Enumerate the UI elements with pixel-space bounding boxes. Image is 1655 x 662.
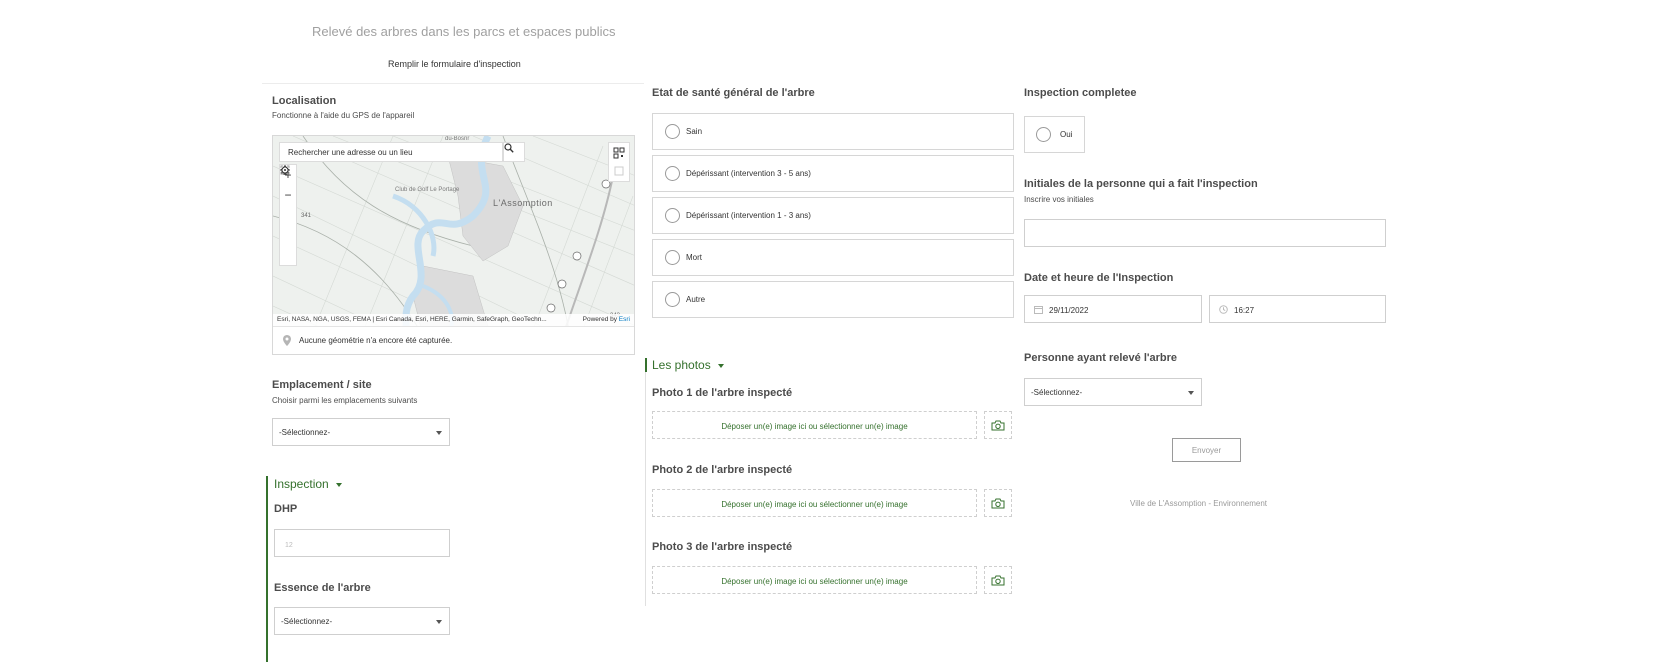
- dhp-input[interactable]: 12: [274, 529, 450, 557]
- photos-group-bar: [645, 358, 647, 372]
- radio-option-deperissant-1-3[interactable]: Dépérissant (intervention 1 - 3 ans): [652, 197, 1014, 234]
- photo-2-dropzone[interactable]: Déposer un(e) image ici ou sélectionner …: [652, 489, 977, 517]
- map-route-341: 341: [301, 213, 312, 219]
- personne-select-value: -Sélectionnez-: [1031, 388, 1083, 397]
- inspection-completee-label: Inspection completee: [1024, 87, 1137, 99]
- chevron-down-icon: [436, 620, 442, 624]
- fullscreen-icon[interactable]: [280, 165, 296, 265]
- camera-icon[interactable]: [984, 566, 1012, 594]
- geometry-status-text: Aucune géométrie n'a encore été capturée…: [299, 336, 453, 345]
- attribution-text: Esri, NASA, NGA, USGS, FEMA | Esri Canad…: [277, 316, 547, 323]
- emplacement-label: Emplacement / site: [272, 379, 372, 391]
- footer-text: Ville de L'Assomption - Environnement: [1130, 499, 1268, 508]
- localisation-label: Localisation: [272, 95, 337, 107]
- esri-link[interactable]: Esri: [619, 316, 630, 323]
- radio-button[interactable]: [1036, 127, 1051, 142]
- zoom-out-icon[interactable]: −: [280, 185, 296, 205]
- date-input[interactable]: 29/11/2022: [1024, 295, 1202, 323]
- personne-select[interactable]: -Sélectionnez-: [1024, 378, 1202, 406]
- essence-select-value: -Sélectionnez-: [281, 617, 333, 626]
- inspection-group-title: Inspection: [274, 477, 329, 491]
- time-value: 16:27: [1234, 306, 1255, 315]
- clock-icon: [1219, 305, 1228, 316]
- search-icon[interactable]: [503, 142, 525, 162]
- personne-label: Personne ayant relevé l'arbre: [1024, 352, 1178, 364]
- initiales-input[interactable]: [1024, 219, 1386, 247]
- initiales-hint: Inscrire vos initiales: [1024, 195, 1094, 204]
- photos-group-header[interactable]: Les photos: [652, 358, 724, 372]
- radio-button[interactable]: [665, 250, 680, 265]
- initiales-label: Initiales de la personne qui a fait l'in…: [1024, 178, 1258, 190]
- photo-3-dropzone[interactable]: Déposer un(e) image ici ou sélectionner …: [652, 566, 977, 594]
- radio-button[interactable]: [665, 166, 680, 181]
- photos-group-line: [645, 372, 646, 606]
- radio-option-label: Mort: [686, 253, 702, 262]
- powered-by: Powered by Esri: [582, 316, 630, 323]
- inspection-group-bar: [266, 476, 268, 662]
- svg-text:12: 12: [285, 542, 293, 549]
- radio-option-sain[interactable]: Sain: [652, 113, 1014, 150]
- localisation-hint: Fonctionne à l'aide du GPS de l'appareil: [272, 111, 415, 120]
- photo-2-label: Photo 2 de l'arbre inspecté: [652, 464, 793, 476]
- radio-option-label: Dépérissant (intervention 3 - 5 ans): [686, 169, 811, 178]
- emplacement-hint: Choisir parmi les emplacements suivants: [272, 396, 418, 405]
- calendar-icon: [1034, 305, 1043, 316]
- geometry-status: Aucune géométrie n'a encore été capturée…: [273, 326, 634, 354]
- qr-code-icon[interactable]: [608, 142, 630, 182]
- number-icon: 12: [285, 539, 295, 551]
- emplacement-select[interactable]: -Sélectionnez-: [272, 418, 450, 446]
- camera-icon[interactable]: [984, 489, 1012, 517]
- home-icon[interactable]: [280, 165, 296, 225]
- map-attribution: Esri, NASA, NGA, USGS, FEMA | Esri Canad…: [273, 314, 634, 326]
- map-label-lassomption: L'Assomption: [493, 198, 553, 208]
- radio-option-deperissant-3-5[interactable]: Dépérissant (intervention 3 - 5 ans): [652, 155, 1014, 192]
- radio-option-label: Sain: [686, 127, 703, 136]
- map-view[interactable]: L'Assomption Club de Golf Le Portage du-…: [272, 135, 635, 355]
- photo-1-label: Photo 1 de l'arbre inspecté: [652, 387, 793, 399]
- radio-option-label: Autre: [686, 295, 706, 304]
- essence-select[interactable]: -Sélectionnez-: [274, 607, 450, 635]
- form-subtitle: Remplir le formulaire d'inspection: [388, 59, 521, 69]
- map-label-golf: Club de Golf Le Portage: [395, 187, 460, 193]
- camera-icon[interactable]: [984, 411, 1012, 439]
- submit-button[interactable]: Envoyer: [1172, 438, 1241, 462]
- radio-button[interactable]: [665, 208, 680, 223]
- time-input[interactable]: 16:27: [1209, 295, 1386, 323]
- radio-button[interactable]: [665, 292, 680, 307]
- photo-1-dropzone[interactable]: Déposer un(e) image ici ou sélectionner …: [652, 411, 977, 439]
- checkbox-option-oui[interactable]: Oui: [1024, 116, 1085, 153]
- radio-option-label: Dépérissant (intervention 1 - 3 ans): [686, 211, 811, 220]
- photos-group-title: Les photos: [652, 358, 711, 372]
- radio-option-autre[interactable]: Autre: [652, 281, 1014, 318]
- essence-label: Essence de l'arbre: [274, 582, 371, 594]
- caret-down-icon: [717, 363, 724, 368]
- dhp-label: DHP: [274, 503, 298, 515]
- caret-down-icon: [335, 482, 342, 487]
- sante-label: Etat de santé général de l'arbre: [652, 87, 815, 99]
- inspection-group-header[interactable]: Inspection: [274, 477, 342, 491]
- emplacement-select-value: -Sélectionnez-: [279, 428, 331, 437]
- radio-option-mort[interactable]: Mort: [652, 239, 1014, 276]
- locate-icon[interactable]: [280, 165, 296, 245]
- date-value: 29/11/2022: [1049, 306, 1089, 315]
- chevron-down-icon: [436, 431, 442, 435]
- map-search-input[interactable]: Rechercher une adresse ou un lieu: [279, 142, 503, 162]
- form-title: Relevé des arbres dans les parcs et espa…: [312, 24, 616, 39]
- option-oui-label: Oui: [1060, 130, 1073, 139]
- date-heure-label: Date et heure de l'Inspection: [1024, 272, 1174, 284]
- map-toolbar: + −: [279, 164, 297, 266]
- radio-button[interactable]: [665, 124, 680, 139]
- photo-3-label: Photo 3 de l'arbre inspecté: [652, 541, 793, 553]
- chevron-down-icon: [1188, 391, 1194, 395]
- divider: [262, 83, 644, 84]
